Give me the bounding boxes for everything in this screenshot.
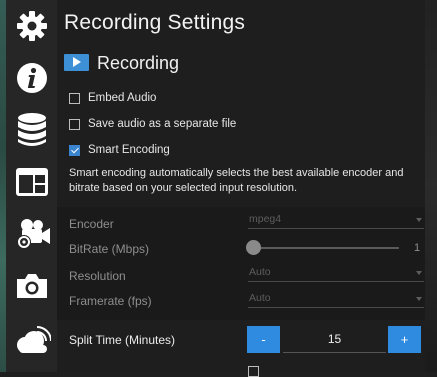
checkbox-label: Save audio as a separate file (88, 118, 237, 130)
chevron-down-icon (416, 271, 422, 275)
page-title: Recording Settings (64, 11, 246, 34)
resolution-label: Resolution (69, 269, 126, 283)
checkbox-label: Smart Encoding (88, 144, 170, 156)
framerate-value: Auto (249, 292, 271, 304)
resolution-value: Auto (249, 266, 271, 278)
encoder-value: mpeg4 (249, 213, 282, 225)
sidebar-item-cloud[interactable] (6, 314, 57, 366)
checkbox-label: Embed Audio (88, 92, 157, 104)
framerate-select[interactable]: Auto (248, 291, 424, 308)
split-time-decrement-button[interactable]: - (247, 326, 280, 353)
split-time-input[interactable]: 15 (283, 326, 386, 353)
encoder-label: Encoder (69, 217, 114, 231)
section-title: Recording (97, 53, 180, 73)
database-icon (17, 113, 46, 146)
checkbox-box[interactable] (69, 144, 80, 156)
play-icon (64, 54, 89, 71)
separate-audio-checkbox[interactable]: Save audio as a separate file (69, 118, 236, 130)
checkbox-box[interactable] (69, 92, 80, 104)
smart-encoding-checkbox[interactable]: Smart Encoding (69, 144, 170, 156)
sidebar-item-settings[interactable] (6, 0, 57, 52)
camera-icon (16, 274, 47, 298)
sidebar-item-snapshot[interactable] (6, 260, 57, 312)
bitrate-label: BitRate (Mbps) (69, 242, 150, 256)
layout-icon (15, 168, 48, 196)
cloud-icon (16, 326, 51, 353)
bitrate-slider-thumb[interactable] (246, 240, 261, 255)
sidebar-item-storage[interactable] (6, 104, 57, 156)
encoder-select[interactable]: mpeg4 (248, 212, 424, 229)
chevron-down-icon (416, 218, 422, 222)
chevron-down-icon (416, 297, 422, 301)
resolution-select[interactable]: Auto (248, 265, 424, 282)
bitrate-slider-track[interactable] (254, 247, 399, 249)
checkbox-box[interactable] (69, 118, 80, 130)
sidebar-item-info[interactable] (6, 52, 57, 104)
framerate-label: Framerate (fps) (69, 294, 152, 308)
sidebar (6, 0, 57, 372)
split-time-increment-button[interactable]: + (388, 326, 421, 353)
sidebar-item-layout[interactable] (6, 156, 57, 208)
gear-icon (16, 11, 47, 41)
split-time-label: Split Time (Minutes) (69, 333, 176, 347)
info-icon (16, 63, 47, 93)
smart-encoding-description: Smart encoding automatically selects the… (69, 167, 404, 194)
video-camera-gear-icon (16, 219, 50, 249)
bitrate-value: 1 (414, 242, 421, 254)
sidebar-item-camera-settings[interactable] (6, 208, 57, 260)
embed-audio-checkbox[interactable]: Embed Audio (69, 92, 156, 104)
background-edge (425, 0, 437, 372)
